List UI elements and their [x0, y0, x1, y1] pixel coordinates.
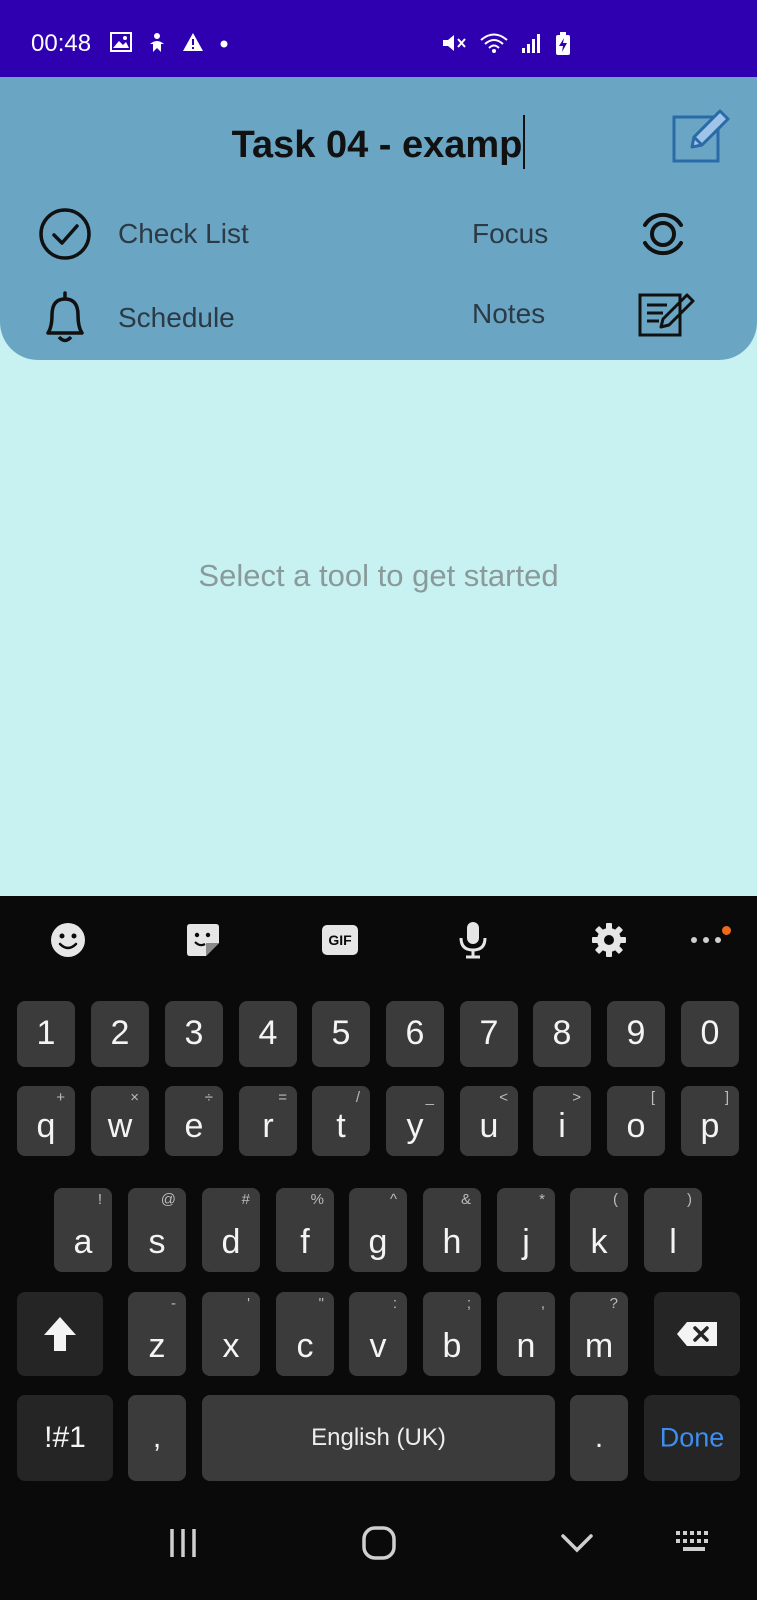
signal-icon [521, 32, 543, 56]
keyboard-toolbar: GIF [0, 896, 757, 988]
key-a[interactable]: ! a [54, 1188, 112, 1272]
mute-icon [441, 32, 467, 56]
tool-focus[interactable]: Focus [472, 207, 690, 261]
emoji-icon [51, 923, 85, 957]
task-title-input[interactable]: Task 04 - examp [0, 115, 757, 169]
voice-input-button[interactable] [451, 918, 495, 962]
key-x[interactable]: ' x [202, 1292, 260, 1376]
gif-button[interactable]: GIF [318, 918, 362, 962]
key-m[interactable]: ? m [570, 1292, 628, 1376]
period-key[interactable]: . [570, 1395, 628, 1481]
sticker-icon [187, 924, 219, 956]
emoji-button[interactable] [46, 918, 90, 962]
key-w[interactable]: × w [91, 1086, 149, 1156]
keyboard-switch-button[interactable] [664, 1518, 724, 1568]
home-icon [362, 1526, 396, 1560]
key-k[interactable]: (k [570, 1188, 628, 1272]
recent-apps-icon [170, 1529, 196, 1557]
done-key[interactable]: Done [644, 1395, 740, 1481]
comma-key[interactable]: , [128, 1395, 186, 1481]
key-u[interactable]: < u [460, 1086, 518, 1156]
key-f[interactable]: % f [276, 1188, 334, 1272]
keyboard-icon [676, 1531, 708, 1551]
shift-icon [44, 1317, 76, 1351]
tool-notes[interactable]: Notes [472, 289, 695, 339]
key-e[interactable]: ÷ e [165, 1086, 223, 1156]
tool-checklist[interactable]: Check List [38, 207, 249, 261]
space-key[interactable]: English (UK) [202, 1395, 555, 1481]
key-c[interactable]: " c [276, 1292, 334, 1376]
key-l[interactable]: ) l [644, 1188, 702, 1272]
back-button[interactable] [547, 1518, 607, 1568]
key-i[interactable]: > i [533, 1086, 591, 1156]
notes-icon [638, 293, 695, 337]
home-button[interactable] [349, 1518, 409, 1568]
edit-title-button[interactable] [670, 105, 732, 167]
edit-icon [672, 109, 730, 163]
settings-icon [592, 923, 626, 957]
key-8[interactable]: 8 [533, 1001, 591, 1067]
dot-icon [218, 32, 230, 54]
key-z[interactable]: -z [128, 1292, 186, 1376]
key-y[interactable]: _ y [386, 1086, 444, 1156]
battery-charging-icon [555, 32, 571, 56]
backspace-icon [677, 1322, 717, 1346]
key-2[interactable]: 2 [91, 1001, 149, 1067]
backspace-key[interactable] [654, 1292, 740, 1376]
key-j[interactable]: * j [497, 1188, 555, 1272]
key-7[interactable]: 7 [460, 1001, 518, 1067]
notification-dot [722, 926, 731, 935]
key-o[interactable]: [o [607, 1086, 665, 1156]
tool-schedule-label: Schedule [118, 302, 235, 333]
bell-icon [46, 291, 84, 343]
status-time: 00:48 [31, 30, 92, 57]
key-g[interactable]: ^ g [349, 1188, 407, 1272]
key-s[interactable]: @ s [128, 1188, 186, 1272]
key-d[interactable]: # d [202, 1188, 260, 1272]
image-icon [110, 32, 132, 54]
key-r[interactable]: = r [239, 1086, 297, 1156]
text-cursor [523, 115, 526, 169]
key-p[interactable]: ] p [681, 1086, 739, 1156]
warning-icon [182, 32, 204, 54]
focus-icon [643, 212, 684, 256]
sticker-button[interactable] [181, 918, 225, 962]
key-0[interactable]: 0 [681, 1001, 739, 1067]
key-q[interactable]: + q [17, 1086, 75, 1156]
task-title-text: Task 04 - examp [231, 124, 523, 166]
back-icon [561, 1534, 593, 1553]
key-b[interactable]: ; b [423, 1292, 481, 1376]
key-4[interactable]: 4 [239, 1001, 297, 1067]
microphone-icon [459, 922, 487, 959]
empty-state-hint: Select a tool to get started [198, 558, 559, 593]
soft-keyboard: GIF 1 2 3 4 5 6 7 8 9 0 + q × w ÷ e = r … [0, 896, 757, 1600]
gif-label: GIF [328, 932, 352, 948]
tool-notes-label: Notes [472, 298, 546, 329]
tool-focus-label: Focus [472, 218, 549, 249]
status-bar: 00:48 [0, 0, 757, 77]
symbols-key[interactable]: !#1 [17, 1395, 113, 1481]
key-1[interactable]: 1 [17, 1001, 75, 1067]
key-6[interactable]: 6 [386, 1001, 444, 1067]
key-h[interactable]: & h [423, 1188, 481, 1272]
key-v[interactable]: :v [349, 1292, 407, 1376]
tool-checklist-label: Check List [118, 218, 249, 249]
wifi-icon [479, 32, 509, 56]
task-header: Task 04 - examp Check List Schedule Focu… [0, 77, 757, 360]
key-n[interactable]: ,n [497, 1292, 555, 1376]
more-options-button[interactable] [684, 918, 728, 962]
more-icon [691, 937, 721, 943]
key-5[interactable]: 5 [312, 1001, 370, 1067]
key-3[interactable]: 3 [165, 1001, 223, 1067]
accessibility-icon [146, 32, 168, 54]
tool-schedule[interactable]: Schedule [38, 289, 235, 347]
key-9[interactable]: 9 [607, 1001, 665, 1067]
gif-icon: GIF [322, 925, 358, 955]
recent-apps-button[interactable] [153, 1518, 213, 1568]
check-circle-icon [39, 208, 91, 260]
shift-key[interactable] [17, 1292, 103, 1376]
keyboard-settings-button[interactable] [587, 918, 631, 962]
key-t[interactable]: / t [312, 1086, 370, 1156]
